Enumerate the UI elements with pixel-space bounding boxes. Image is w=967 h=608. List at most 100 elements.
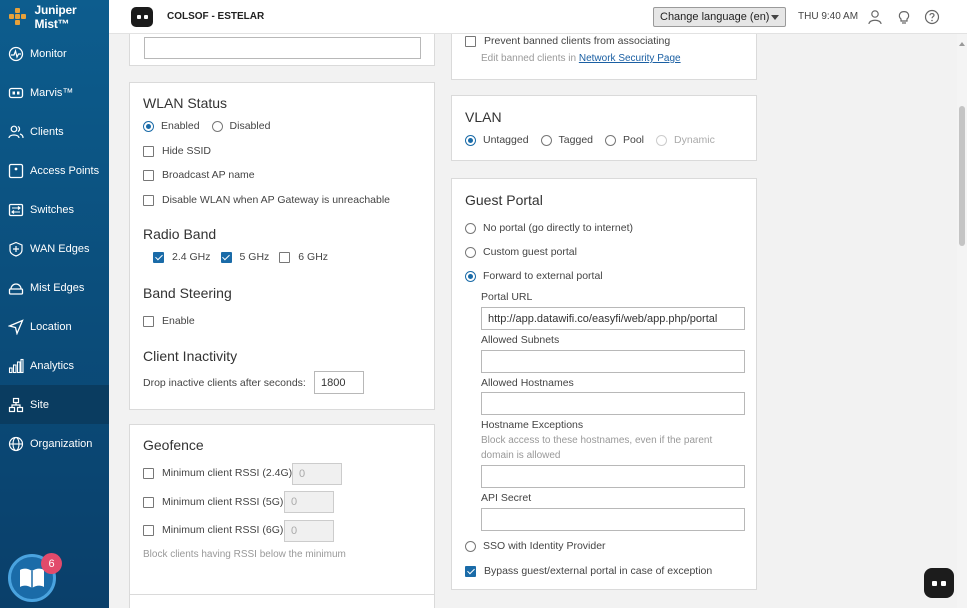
sidebar-item-monitor[interactable]: Monitor <box>0 34 109 73</box>
sidebar-item-label: Marvis™ <box>30 86 74 99</box>
organization-icon <box>8 436 24 452</box>
band-6-label: 6 GHz <box>298 251 329 263</box>
hide-ssid-checkbox[interactable] <box>143 145 154 157</box>
analytics-icon <box>8 358 24 374</box>
client-inactivity-input[interactable]: 1800 <box>314 371 364 394</box>
rssi-5-checkbox[interactable] <box>143 496 154 508</box>
brand-name: Juniper Mist™ <box>34 3 77 31</box>
rssi-2-4-checkbox[interactable] <box>143 467 154 479</box>
scrollbar-thumb[interactable] <box>959 106 965 246</box>
sso-row: SSO with Identity Provider <box>465 540 606 552</box>
band-steering-title: Band Steering <box>143 285 232 301</box>
radio-tagged[interactable] <box>540 134 552 146</box>
radio-sso[interactable] <box>465 540 476 552</box>
radio-dynamic-label: Dynamic <box>674 134 715 146</box>
user-icon[interactable] <box>867 9 883 25</box>
rssi-6-input[interactable]: 0 <box>284 520 334 542</box>
lightbulb-icon[interactable] <box>896 9 912 25</box>
custom-portal-row: Custom guest portal <box>465 246 577 258</box>
sidebar-item-analytics[interactable]: Analytics <box>0 346 109 385</box>
banned-clients-card: Prevent banned clients from associating … <box>451 34 757 80</box>
sidebar-item-site[interactable]: Site <box>0 385 109 424</box>
marvis-assistant-button[interactable] <box>924 568 954 598</box>
sidebar-item-label: Organization <box>30 437 93 450</box>
sidebar-item-wan-edges[interactable]: WAN Edges <box>0 229 109 268</box>
sidebar-item-label: Site <box>30 398 49 411</box>
rssi-5-row: Minimum client RSSI (5G) <box>143 496 283 508</box>
top-bar: COLSOF - ESTELAR Change language (en) TH… <box>109 0 967 34</box>
rssi-2-4-input[interactable]: 0 <box>292 463 342 485</box>
network-security-link[interactable]: Network Security Page <box>579 53 681 64</box>
sidebar-item-label: Clients <box>30 125 64 138</box>
change-language-button[interactable]: Change language (en) <box>653 7 786 27</box>
bypass-row: Bypass guest/external portal in case of … <box>465 565 712 577</box>
help-icon[interactable] <box>924 9 940 25</box>
scroll-up-icon[interactable] <box>959 42 965 46</box>
sidebar-item-marvis[interactable]: Marvis™ <box>0 73 109 112</box>
sidebar-item-clients[interactable]: Clients <box>0 112 109 151</box>
radio-custom-portal[interactable] <box>465 246 476 258</box>
band-2-4-checkbox[interactable] <box>153 251 164 263</box>
rssi-2-4-label: Minimum client RSSI (2.4G) <box>162 467 293 479</box>
portal-url-label: Portal URL <box>481 291 533 303</box>
change-language-label: Change language (en) <box>660 11 770 23</box>
radio-untagged[interactable] <box>465 134 476 146</box>
portal-url-input[interactable]: http://app.datawifi.co/easyfi/web/app.ph… <box>481 307 745 330</box>
api-secret-input[interactable] <box>481 508 745 531</box>
sidebar-item-mist-edges[interactable]: Mist Edges <box>0 268 109 307</box>
hostname-exceptions-label: Hostname Exceptions <box>481 419 584 431</box>
radio-enabled-label: Enabled <box>161 120 200 132</box>
disable-wlan-checkbox[interactable] <box>143 194 154 206</box>
radio-no-portal-label: No portal (go directly to internet) <box>483 222 633 234</box>
next-card <box>129 594 435 608</box>
allowed-subnets-input[interactable] <box>481 350 745 373</box>
hostname-exceptions-input[interactable] <box>481 465 745 488</box>
radio-band-options: 2.4 GHz 5 GHz 6 GHz <box>153 251 328 263</box>
sidebar-item-location[interactable]: Location <box>0 307 109 346</box>
band-5-checkbox[interactable] <box>220 251 232 263</box>
sidebar-item-organization[interactable]: Organization <box>0 424 109 463</box>
radio-external-portal[interactable] <box>465 270 476 282</box>
radio-pool[interactable] <box>605 134 616 146</box>
rssi-6-checkbox[interactable] <box>143 524 154 536</box>
juniper-mist-logo[interactable]: Juniper Mist™ <box>0 0 109 34</box>
site-icon <box>8 397 24 413</box>
prevent-banned-checkbox[interactable] <box>465 35 476 47</box>
location-icon <box>8 318 24 335</box>
radio-no-portal[interactable] <box>465 222 476 234</box>
radio-enabled[interactable] <box>143 120 154 132</box>
rssi-5-label: Minimum client RSSI (5G) <box>162 496 284 508</box>
wlan-status-title: WLAN Status <box>143 95 228 111</box>
disable-wlan-label: Disable WLAN when AP Gateway is unreacha… <box>162 194 391 206</box>
rssi-6-label: Minimum client RSSI (6G) <box>162 524 284 536</box>
bypass-checkbox[interactable] <box>465 565 476 577</box>
access-point-icon <box>8 163 24 179</box>
page-scrollbar[interactable] <box>957 34 967 608</box>
bot-eye-icon <box>932 580 937 586</box>
vlan-title: VLAN <box>465 109 502 125</box>
sidebar-item-switches[interactable]: Switches <box>0 190 109 229</box>
rssi-2-4-row: Minimum client RSSI (2.4G) <box>143 467 292 479</box>
radio-external-portal-label: Forward to external portal <box>483 270 603 282</box>
client-inactivity-title: Client Inactivity <box>143 348 238 364</box>
wlan-settings-content: WLAN Status Enabled Disabled Hide SSID B… <box>109 34 957 608</box>
radio-disabled[interactable] <box>211 120 223 132</box>
radio-custom-portal-label: Custom guest portal <box>483 246 577 258</box>
broadcast-ap-checkbox[interactable] <box>143 169 154 181</box>
guest-portal-title: Guest Portal <box>465 192 543 208</box>
band-steering-checkbox[interactable] <box>143 315 154 327</box>
organization-name: COLSOF - ESTELAR <box>167 11 265 22</box>
vlan-card: VLAN Untagged Tagged Pool Dynamic <box>451 95 757 161</box>
radio-dynamic[interactable] <box>656 134 668 146</box>
band-2-4-label: 2.4 GHz <box>172 251 211 263</box>
sidebar-item-access-points[interactable]: Access Points <box>0 151 109 190</box>
allowed-hostnames-label: Allowed Hostnames <box>481 377 574 389</box>
allowed-hostnames-input[interactable] <box>481 392 745 415</box>
geofence-title: Geofence <box>143 437 204 453</box>
band-6-checkbox[interactable] <box>279 251 291 263</box>
rssi-5-input[interactable]: 0 <box>284 491 334 513</box>
marvis-icon <box>8 85 24 101</box>
sidebar-item-label: Location <box>30 320 72 333</box>
bypass-label: Bypass guest/external portal in case of … <box>484 565 713 577</box>
ssid-input[interactable] <box>144 37 421 59</box>
